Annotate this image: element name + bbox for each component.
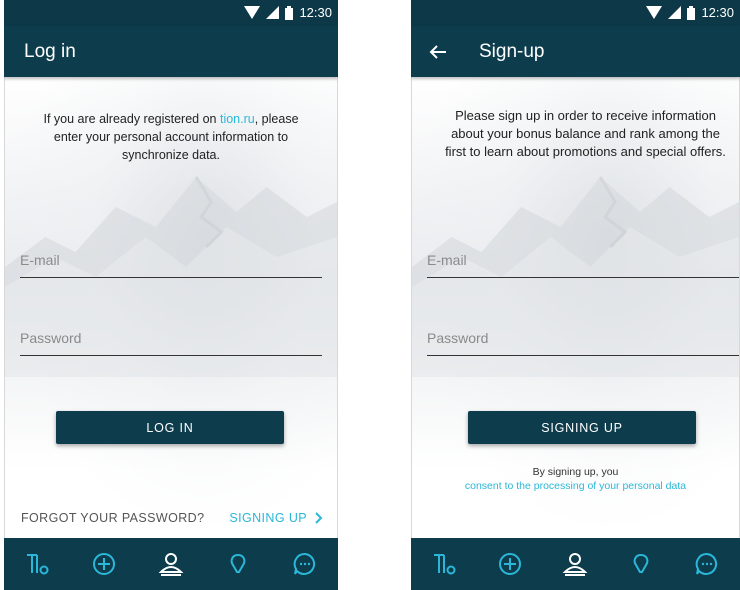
arrow-left-icon — [429, 44, 446, 59]
login-screen: 12:30 Log in If you are already register… — [4, 0, 338, 590]
signup-content: Please sign up in order to receive infor… — [411, 77, 740, 538]
email-input[interactable] — [427, 245, 739, 275]
email-field — [427, 245, 739, 278]
wifi-icon — [244, 6, 261, 19]
add-circle-icon — [498, 553, 521, 575]
tion-link[interactable]: tion.ru — [220, 112, 255, 126]
tab-add[interactable] — [490, 544, 530, 584]
password-input[interactable] — [20, 323, 322, 353]
password-field — [20, 323, 322, 356]
wifi-icon — [646, 6, 663, 19]
tab-tips[interactable] — [621, 544, 661, 584]
tab-profile[interactable] — [151, 544, 191, 584]
lightbulb-icon — [633, 553, 649, 573]
add-circle-icon — [93, 553, 116, 575]
chat-icon — [293, 552, 315, 575]
tab-add[interactable] — [84, 544, 124, 584]
battery-icon — [285, 5, 294, 20]
email-input[interactable] — [20, 245, 322, 275]
signup-button[interactable]: SIGNING UP — [468, 411, 696, 444]
chevron-right-icon — [315, 512, 323, 524]
login-content: If you are already registered on tion.ru… — [4, 77, 338, 538]
tion-logo-icon — [433, 554, 456, 575]
lightbulb-icon — [230, 553, 246, 573]
consent-link[interactable]: consent to the processing of your person… — [412, 479, 739, 493]
tab-tion[interactable] — [424, 544, 464, 584]
tab-tion[interactable] — [17, 544, 57, 584]
battery-icon — [687, 5, 696, 20]
signup-screen: 12:30 Sign-up Please sign up in order to… — [411, 0, 740, 590]
status-time: 12:30 — [299, 5, 332, 20]
email-field — [20, 245, 322, 278]
signup-intro: Please sign up in order to receive infor… — [445, 108, 726, 159]
tab-chat[interactable] — [687, 544, 727, 584]
consent-text: By signing up, you consent to the proces… — [412, 465, 739, 493]
signal-icon — [266, 6, 280, 19]
page-title: Sign-up — [479, 40, 545, 62]
tab-profile[interactable] — [555, 544, 595, 584]
signup-link[interactable]: SIGNING UP — [229, 511, 323, 525]
chat-icon — [695, 552, 718, 575]
intro-text: If you are already registered on — [43, 112, 220, 126]
app-bar: Log in — [4, 26, 338, 77]
signal-icon — [668, 6, 682, 19]
consent-line: By signing up, you — [532, 466, 619, 478]
password-input[interactable] — [427, 323, 739, 353]
bottom-tab-bar — [4, 538, 338, 590]
status-bar: 12:30 — [411, 0, 740, 26]
signup-link-label: SIGNING UP — [229, 511, 307, 525]
status-bar: 12:30 — [4, 0, 338, 26]
app-bar: Sign-up — [411, 26, 740, 77]
user-icon — [158, 553, 184, 576]
password-field — [427, 323, 739, 356]
user-icon — [563, 553, 588, 576]
login-button[interactable]: LOG IN — [56, 411, 284, 444]
bottom-tab-bar — [411, 538, 740, 590]
tab-chat[interactable] — [285, 544, 325, 584]
status-time: 12:30 — [701, 5, 734, 20]
tab-tips[interactable] — [218, 544, 258, 584]
login-intro: If you are already registered on tion.ru… — [33, 110, 309, 164]
back-button[interactable] — [429, 41, 451, 63]
tion-logo-icon — [27, 554, 49, 575]
forgot-password-link[interactable]: FORGOT YOUR PASSWORD? — [21, 511, 204, 525]
page-title: Log in — [24, 40, 76, 62]
